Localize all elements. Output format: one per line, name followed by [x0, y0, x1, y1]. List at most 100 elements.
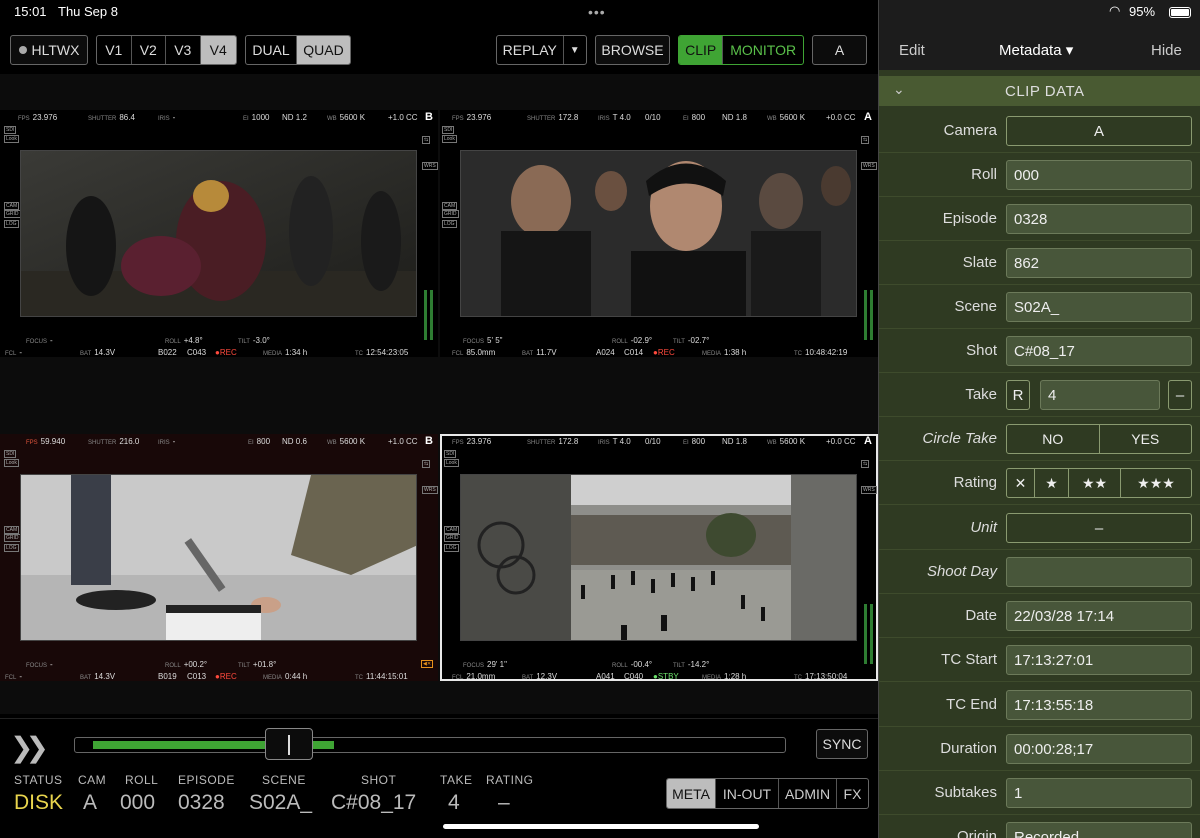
home-indicator[interactable]: [443, 824, 759, 829]
duration-field[interactable]: 00:00:28;17: [1006, 734, 1192, 764]
row-circle-take: Circle Take NO YES: [879, 417, 1200, 461]
unit-field[interactable]: –: [1006, 513, 1192, 543]
date-field[interactable]: 22/03/28 17:14: [1006, 601, 1192, 631]
tc-start-field[interactable]: 17:13:27:01: [1006, 645, 1192, 675]
view-v2[interactable]: V2: [132, 36, 166, 64]
cam-tag: CAM: [4, 202, 20, 210]
shot-value: C#08_17: [331, 791, 417, 814]
rating-three-star-icon[interactable]: ★★★: [1121, 469, 1191, 497]
shoot-day-field[interactable]: [1006, 557, 1192, 587]
rating-clear-icon[interactable]: ✕: [1007, 469, 1035, 497]
reel-value: A041: [596, 672, 615, 681]
tc-end-field[interactable]: 17:13:55:18: [1006, 690, 1192, 720]
camera-field[interactable]: A: [1006, 116, 1192, 146]
ratio-value: 0/10: [645, 113, 661, 122]
battery-icon: [1169, 7, 1191, 18]
roll-value: -02.9°: [630, 336, 653, 345]
episode-field[interactable]: 0328: [1006, 204, 1192, 234]
scene-field[interactable]: S02A_: [1006, 292, 1192, 322]
look-tag: Look: [4, 135, 19, 143]
tab-meta[interactable]: META: [667, 779, 716, 808]
date: Thu Sep 8: [58, 4, 118, 19]
monitor-panel-3[interactable]: FPS 59.940 SHUTTER 216.0 IRIS - EI 800 ND 0.…: [0, 434, 438, 681]
subtakes-field[interactable]: 1: [1006, 778, 1192, 808]
sdi-tag: SDI: [4, 450, 17, 458]
layout-dual[interactable]: DUAL: [246, 36, 298, 64]
record-state: REC: [219, 672, 237, 681]
video-frame-courtyard: [460, 474, 857, 641]
replay-button[interactable]: REPLAY: [497, 36, 564, 64]
clock: 15:01: [14, 4, 47, 19]
clip-data-section[interactable]: ⌄ CLIP DATA: [879, 76, 1200, 106]
rating-label: RATING: [486, 773, 534, 787]
episode-value: 0328: [178, 791, 225, 814]
metadata-header: Edit Metadata ▾ Hide: [879, 30, 1200, 70]
replay-dropdown-icon[interactable]: ▼: [564, 36, 586, 64]
circle-take-no[interactable]: NO: [1007, 425, 1100, 453]
clip-button[interactable]: CLIP: [679, 36, 724, 64]
record-state: STBY: [657, 672, 679, 681]
row-duration: Duration 00:00:28;17: [879, 727, 1200, 771]
nd-value: ND 1.8: [722, 113, 747, 122]
tc-start-label: TC Start: [941, 651, 997, 668]
sdi-tag: SDI: [442, 126, 455, 134]
edit-button[interactable]: Edit: [899, 42, 925, 59]
shot-field[interactable]: C#08_17: [1006, 336, 1192, 366]
origin-field[interactable]: Recorded: [1006, 822, 1192, 838]
metadata-menu[interactable]: Metadata ▾: [999, 41, 1073, 59]
audio-meter-2: [430, 290, 433, 340]
cam-tag: CAM: [444, 526, 460, 534]
tab-fx[interactable]: FX: [837, 779, 868, 808]
wb-value: 5600 K: [779, 113, 806, 122]
monitor-panel-4[interactable]: FPS 23.976 SHUTTER 172.8 IRIS T 4.0 0/10 EI…: [440, 434, 878, 681]
battery-value: 12.3V: [536, 672, 558, 681]
device-label: HLTWX: [31, 42, 80, 58]
mute-icon[interactable]: ◀✕: [421, 660, 434, 668]
media-value: 1:28 h: [724, 672, 747, 681]
shutter-value: 172.8: [558, 113, 579, 122]
hide-button[interactable]: Hide: [1151, 42, 1182, 59]
roll-label: Roll: [971, 166, 997, 183]
take-field[interactable]: 4: [1040, 380, 1160, 410]
take-decrement-button[interactable]: –: [1168, 380, 1192, 410]
media-value: 1:38 h: [724, 348, 747, 357]
collapse-chevron-icon[interactable]: ⌄: [893, 81, 905, 98]
circle-take-yes[interactable]: YES: [1100, 425, 1192, 453]
sync-button[interactable]: SYNC: [816, 729, 868, 759]
audio-meter-2: [870, 290, 873, 340]
device-button[interactable]: HLTWX: [10, 35, 88, 65]
info-shot: SHOT C#08_17: [331, 773, 416, 815]
monitor-button[interactable]: MONITOR: [723, 36, 803, 64]
scrub-handle[interactable]: [265, 728, 313, 760]
info-scene: SCENE S02A_: [249, 773, 312, 815]
camera-select-button[interactable]: A: [812, 35, 867, 65]
row-camera: Camera A: [879, 109, 1200, 153]
monitor-panel-1[interactable]: FPS 23.976 SHUTTER 86.4 IRIS - EI 1000 ND 1.…: [0, 110, 438, 357]
layout-quad[interactable]: QUAD: [297, 36, 350, 64]
monitor-panel-2[interactable]: FPS 23.976 SHUTTER 172.8 IRIS T 4.0 0/10 EI…: [440, 110, 878, 357]
slate-field[interactable]: 862: [1006, 248, 1192, 278]
clapper-slate-image: [21, 475, 416, 640]
view-v1[interactable]: V1: [97, 36, 132, 64]
roll-field[interactable]: 000: [1006, 160, 1192, 190]
view-v3[interactable]: V3: [166, 36, 201, 64]
rating-one-star-icon[interactable]: ★: [1035, 469, 1069, 497]
record-state: REC: [219, 348, 237, 357]
status-label: STATUS: [14, 773, 63, 787]
tab-in-out[interactable]: IN-OUT: [716, 779, 779, 808]
rating-two-star-icon[interactable]: ★★: [1069, 469, 1121, 497]
video-frame-fight: [20, 150, 417, 317]
expand-chevrons-icon[interactable]: ❯❯: [10, 731, 49, 764]
view-v4[interactable]: V4: [200, 36, 236, 64]
clip-value: C014: [624, 348, 644, 357]
take-prefix-button[interactable]: R: [1006, 380, 1030, 410]
scrub-track[interactable]: [74, 737, 786, 753]
tab-admin[interactable]: ADMIN: [779, 779, 837, 808]
browse-button[interactable]: BROWSE: [595, 35, 670, 65]
sdi-tag: SDI: [4, 126, 17, 134]
shot-label: Shot: [966, 342, 997, 359]
wifi-icon: ◠: [1109, 3, 1121, 18]
grid-tag: GRID: [444, 534, 461, 542]
multitask-dots-icon[interactable]: •••: [588, 4, 606, 20]
video-frame-closeup: [460, 150, 857, 317]
